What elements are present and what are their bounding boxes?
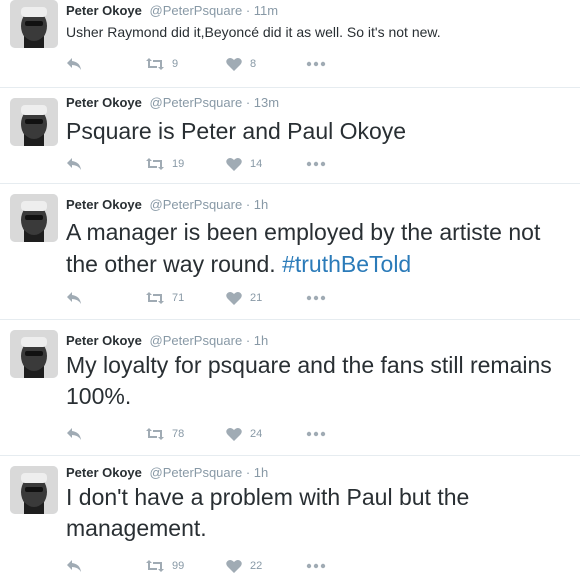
more-button[interactable] bbox=[306, 431, 330, 437]
author-handle[interactable]: @PeterPsquare bbox=[150, 197, 243, 212]
retweet-count: 78 bbox=[172, 428, 185, 440]
heart-icon bbox=[226, 427, 242, 441]
separator-dot: · bbox=[245, 197, 251, 212]
like-button[interactable]: 24 bbox=[226, 427, 306, 441]
author-name[interactable]: Peter Okoye bbox=[66, 95, 142, 110]
retweet-button[interactable]: 71 bbox=[146, 291, 226, 305]
author-handle[interactable]: @PeterPsquare bbox=[150, 465, 243, 480]
retweet-icon bbox=[146, 157, 164, 171]
like-count: 24 bbox=[250, 428, 263, 440]
retweet-icon bbox=[146, 57, 164, 71]
more-button[interactable] bbox=[306, 61, 330, 67]
more-icon bbox=[306, 295, 326, 301]
more-icon bbox=[306, 61, 326, 67]
tweet[interactable]: Peter Okoye @PeterPsquare · 13m Psquare … bbox=[0, 88, 580, 184]
timestamp[interactable]: 13m bbox=[254, 95, 279, 110]
hashtag-link[interactable]: #truthBeTold bbox=[282, 251, 411, 277]
avatar[interactable] bbox=[10, 330, 58, 378]
like-count: 14 bbox=[250, 158, 263, 170]
retweet-count: 9 bbox=[172, 58, 179, 70]
like-count: 22 bbox=[250, 560, 263, 572]
reply-icon bbox=[66, 427, 82, 441]
tweet-actions: 19 14 bbox=[66, 154, 330, 174]
retweet-icon bbox=[146, 559, 164, 573]
tweet[interactable]: Peter Okoye @PeterPsquare · 1h My loyalt… bbox=[0, 320, 580, 456]
tweet-text: Usher Raymond did it,Beyoncé did it as w… bbox=[66, 24, 441, 40]
reply-button[interactable] bbox=[66, 157, 146, 171]
tweet-header: Peter Okoye @PeterPsquare · 1h bbox=[66, 196, 268, 214]
like-button[interactable]: 8 bbox=[226, 57, 306, 71]
avatar[interactable] bbox=[10, 0, 58, 48]
more-icon bbox=[306, 161, 326, 167]
tweet-text: My loyalty for psquare and the fans stil… bbox=[66, 352, 552, 409]
separator-dot: · bbox=[245, 333, 251, 348]
more-button[interactable] bbox=[306, 295, 330, 301]
tweet-actions: 78 24 bbox=[66, 424, 330, 444]
timestamp[interactable]: 11m bbox=[254, 3, 278, 18]
heart-icon bbox=[226, 57, 242, 71]
more-button[interactable] bbox=[306, 161, 330, 167]
reply-icon bbox=[66, 559, 82, 573]
reply-button[interactable] bbox=[66, 291, 146, 305]
timestamp[interactable]: 1h bbox=[254, 333, 268, 348]
like-count: 8 bbox=[250, 58, 257, 70]
timestamp[interactable]: 1h bbox=[254, 197, 268, 212]
avatar[interactable] bbox=[10, 98, 58, 146]
timestamp[interactable]: 1h bbox=[254, 465, 268, 480]
tweet-text: A manager is been employed by the artist… bbox=[66, 216, 572, 280]
retweet-count: 71 bbox=[172, 292, 185, 304]
avatar[interactable] bbox=[10, 466, 58, 514]
reply-button[interactable] bbox=[66, 559, 146, 573]
retweet-count: 99 bbox=[172, 560, 185, 572]
separator-dot: · bbox=[245, 465, 251, 480]
tweet-actions: 9 8 bbox=[66, 54, 330, 74]
tweet[interactable]: Peter Okoye @PeterPsquare · 11m Usher Ra… bbox=[0, 0, 580, 88]
author-name[interactable]: Peter Okoye bbox=[66, 197, 142, 212]
author-handle[interactable]: @PeterPsquare bbox=[150, 3, 243, 18]
tweet-header: Peter Okoye @PeterPsquare · 1h bbox=[66, 464, 268, 482]
avatar[interactable] bbox=[10, 194, 58, 242]
heart-icon bbox=[226, 559, 242, 573]
separator-dot: · bbox=[245, 95, 251, 110]
tweet-actions: 71 21 bbox=[66, 288, 330, 308]
reply-icon bbox=[66, 291, 82, 305]
heart-icon bbox=[226, 291, 242, 305]
tweet[interactable]: Peter Okoye @PeterPsquare · 1h A manager… bbox=[0, 184, 580, 320]
author-handle[interactable]: @PeterPsquare bbox=[150, 333, 243, 348]
retweet-button[interactable]: 19 bbox=[146, 157, 226, 171]
tweet-header: Peter Okoye @PeterPsquare · 1h bbox=[66, 332, 268, 350]
reply-button[interactable] bbox=[66, 57, 146, 71]
timeline: Peter Okoye @PeterPsquare · 11m Usher Ra… bbox=[0, 0, 580, 584]
like-button[interactable]: 21 bbox=[226, 291, 306, 305]
tweet-text: Psquare is Peter and Paul Okoye bbox=[66, 118, 407, 144]
retweet-icon bbox=[146, 427, 164, 441]
more-icon bbox=[306, 563, 326, 569]
retweet-icon bbox=[146, 291, 164, 305]
retweet-button[interactable]: 99 bbox=[146, 559, 226, 573]
reply-icon bbox=[66, 157, 82, 171]
author-name[interactable]: Peter Okoye bbox=[66, 3, 142, 18]
author-name[interactable]: Peter Okoye bbox=[66, 465, 142, 480]
author-name[interactable]: Peter Okoye bbox=[66, 333, 142, 348]
like-button[interactable]: 22 bbox=[226, 559, 306, 573]
author-handle[interactable]: @PeterPsquare bbox=[150, 95, 243, 110]
tweet[interactable]: Peter Okoye @PeterPsquare · 1h I don't h… bbox=[0, 456, 580, 584]
tweet-text: I don't have a problem with Paul but the… bbox=[66, 484, 470, 541]
retweet-button[interactable]: 78 bbox=[146, 427, 226, 441]
retweet-count: 19 bbox=[172, 158, 185, 170]
reply-button[interactable] bbox=[66, 427, 146, 441]
reply-icon bbox=[66, 57, 82, 71]
more-icon bbox=[306, 431, 326, 437]
like-button[interactable]: 14 bbox=[226, 157, 306, 171]
tweet-header: Peter Okoye @PeterPsquare · 11m bbox=[66, 2, 278, 20]
like-count: 21 bbox=[250, 292, 263, 304]
more-button[interactable] bbox=[306, 563, 330, 569]
heart-icon bbox=[226, 157, 242, 171]
separator-dot: · bbox=[245, 3, 251, 18]
tweet-header: Peter Okoye @PeterPsquare · 13m bbox=[66, 94, 279, 112]
tweet-actions: 99 22 bbox=[66, 556, 330, 576]
retweet-button[interactable]: 9 bbox=[146, 57, 226, 71]
